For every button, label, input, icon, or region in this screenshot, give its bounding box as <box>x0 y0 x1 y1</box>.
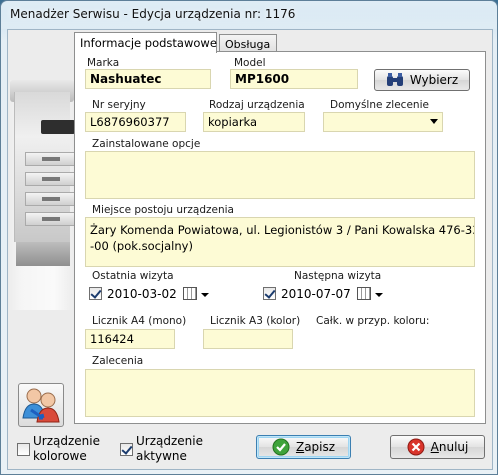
model-field[interactable]: MP1600 <box>230 69 358 89</box>
marka-field[interactable]: Nashuatec <box>85 69 211 89</box>
users-icon <box>22 388 60 423</box>
ostatnia-label: Ostatnia wizyta <box>92 270 174 282</box>
miejsce-field[interactable]: Żary Komenda Powiatowa, ul. Legionistów … <box>85 217 475 267</box>
binoculars-icon <box>386 73 403 86</box>
aktywne-checkbox[interactable] <box>120 443 133 456</box>
ostatnia-date-picker[interactable]: 2010-03-02 <box>87 284 211 304</box>
copier-illustration <box>8 80 75 310</box>
close-icon <box>407 438 425 456</box>
nastepna-date-picker[interactable]: 2010-07-07 <box>261 284 385 304</box>
ostatnia-checkbox[interactable] <box>89 287 102 300</box>
opcje-label: Zainstalowane opcje <box>92 138 201 150</box>
chevron-down-icon[interactable] <box>201 293 209 297</box>
wybierz-button[interactable]: Wybierz <box>374 69 470 91</box>
licznik-a4-field[interactable]: 116424 <box>85 329 175 349</box>
calendar-icon[interactable] <box>357 287 371 300</box>
model-label: Model <box>234 57 266 69</box>
miejsce-label: Miejsce postoju urządzenia <box>92 204 234 216</box>
zapisz-button[interactable]: Zapisz <box>256 435 351 459</box>
window-title: Menadżer Serwisu - Edycja urządzenia nr:… <box>10 7 296 21</box>
marka-label: Marka <box>87 57 120 69</box>
licznik-a4-label: Licznik A4 (mono) <box>92 315 187 327</box>
calendar-icon[interactable] <box>183 287 197 300</box>
rodzaj-field[interactable]: kopiarka <box>203 112 305 132</box>
kolorowe-label: Urządzenie kolorowe <box>33 434 100 463</box>
anuluj-button[interactable]: Anuluj <box>390 435 485 459</box>
nastepna-checkbox[interactable] <box>263 287 276 300</box>
zlecenie-label: Domyślne zlecenie <box>330 99 429 111</box>
nr-seryjny-field[interactable]: L6876960377 <box>85 112 186 132</box>
kolorowe-checkbox[interactable] <box>17 443 30 456</box>
edit-device-window: Menadżer Serwisu - Edycja urządzenia nr:… <box>0 0 498 475</box>
zalecenia-label: Zalecenia <box>92 355 144 367</box>
tab-informacje[interactable]: Informacje podstawowe <box>74 32 217 53</box>
rodzaj-label: Rodzaj urządzenia <box>209 99 305 111</box>
zalecenia-field[interactable] <box>85 369 475 417</box>
chevron-down-icon[interactable] <box>375 293 383 297</box>
calk-kolor-label: Całk. w przyp. koloru: <box>316 315 430 327</box>
title-bar[interactable]: Menadżer Serwisu - Edycja urządzenia nr:… <box>1 1 497 29</box>
check-icon <box>272 438 290 456</box>
aktywne-label: Urządzenie aktywne <box>136 434 203 463</box>
tab-panel-informacje: Marka Nashuatec Model MP1600 Wybierz Nr … <box>74 51 486 424</box>
chevron-down-icon <box>430 119 438 124</box>
zlecenie-dropdown[interactable] <box>323 112 443 132</box>
opcje-field[interactable] <box>85 151 475 199</box>
licznik-a3-field[interactable] <box>203 329 293 349</box>
tab-obsluga[interactable]: Obsługa <box>219 34 277 52</box>
users-button[interactable] <box>18 383 64 427</box>
licznik-a3-label: Licznik A3 (kolor) <box>210 315 301 327</box>
nastepna-label: Następna wizyta <box>294 270 382 282</box>
window-client-area: Informacje podstawowe Obsługa Marka Nash… <box>7 29 493 470</box>
nr-seryjny-label: Nr seryjny <box>92 99 146 111</box>
